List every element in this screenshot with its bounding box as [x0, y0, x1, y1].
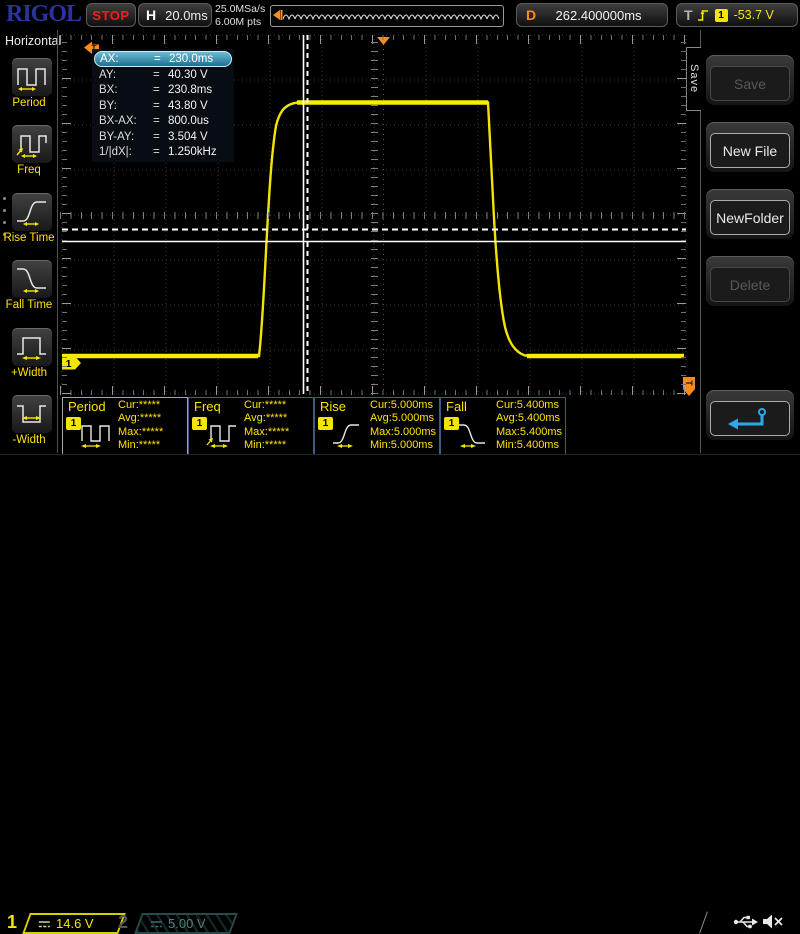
cursor-eq: =	[153, 69, 168, 81]
cursor-value: 230.8ms	[168, 84, 232, 96]
cursor-value: 1.250kHz	[168, 146, 232, 158]
speaker-muted-icon	[762, 913, 784, 930]
ch2-scale: 5.00 V	[168, 916, 206, 931]
cursor-readout-box: AX: = 230.0ms AY: = 40.30 V BX: = 230.8m…	[92, 49, 234, 162]
cursor-row-by: BY: = 43.80 V	[94, 98, 232, 114]
cursor-label: AY:	[94, 69, 153, 81]
cursor-row-ax[interactable]: AX: = 230.0ms	[94, 51, 232, 67]
cursor-value: 3.504 V	[168, 131, 232, 143]
cursor-label: BY-AY:	[94, 131, 153, 143]
ch1-number[interactable]: 1	[7, 912, 17, 933]
cursor-eq: =	[153, 115, 168, 127]
cursor-row-bx-ax: BX-AX: = 800.0us	[94, 114, 232, 130]
ch1-scale: 14.6 V	[56, 916, 94, 931]
dc-coupling-icon	[150, 919, 163, 929]
cursor-row-ay: AY: = 40.30 V	[94, 67, 232, 83]
cursor-value: 230.0ms	[169, 53, 231, 65]
cursor-eq: =	[153, 131, 168, 143]
cursor-eq: =	[154, 53, 169, 65]
cursor-value: 40.30 V	[168, 69, 232, 81]
ch2-number[interactable]: 2	[118, 912, 128, 933]
ch2-indicator[interactable]: 5.00 V	[134, 913, 238, 934]
dc-coupling-icon	[38, 919, 51, 929]
cursor-row-inv-dx: 1/|dX|: = 1.250kHz	[94, 145, 232, 161]
cursor-label: BX:	[94, 84, 153, 96]
cursor-label: 1/|dX|:	[94, 146, 153, 158]
cursor-value: 800.0us	[168, 115, 232, 127]
cursor-label: BX-AX:	[94, 115, 153, 127]
cursor-label: AX:	[95, 53, 154, 65]
statusbar-divider	[699, 912, 708, 934]
usb-icon	[733, 914, 759, 929]
cursor-eq: =	[153, 84, 168, 96]
cursor-eq: =	[153, 100, 168, 112]
cursor-eq: =	[153, 146, 168, 158]
center-vertical-ticks	[371, 35, 378, 394]
cursor-row-by-ay: BY-AY: = 3.504 V	[94, 129, 232, 145]
cursor-row-bx: BX: = 230.8ms	[94, 83, 232, 99]
cursor-label: BY:	[94, 100, 153, 112]
cursor-value: 43.80 V	[168, 100, 232, 112]
ch1-indicator[interactable]: 14.6 V	[22, 913, 126, 934]
